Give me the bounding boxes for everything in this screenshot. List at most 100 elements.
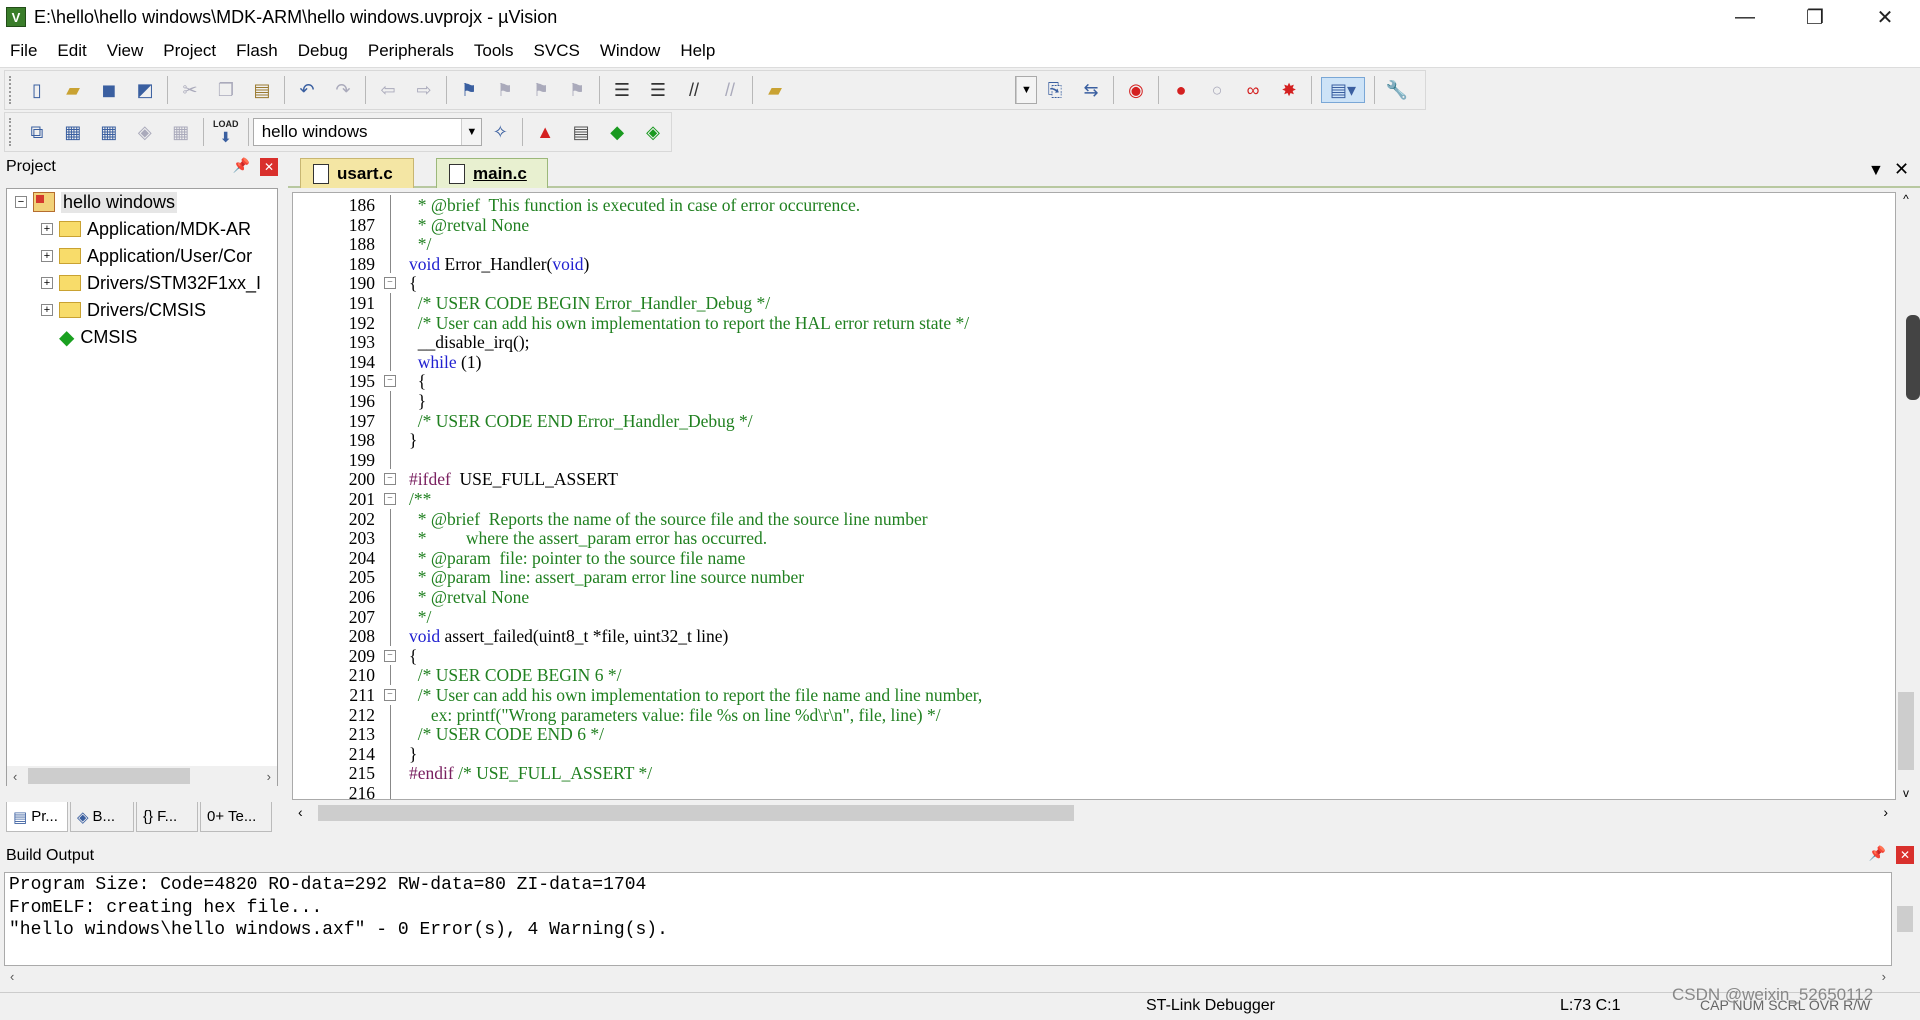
fold-toggle-icon[interactable]: − [384, 493, 396, 505]
manage-run-time-env-icon[interactable]: ◆ [604, 119, 630, 145]
chevron-down-icon[interactable]: ▼ [1016, 77, 1036, 103]
tab-project[interactable]: ▤ Pr... [6, 802, 68, 832]
configure-wrench-icon[interactable]: 🔧 [1384, 77, 1410, 103]
find-in-files-icon[interactable]: ▰ [762, 77, 788, 103]
menu-tools[interactable]: Tools [464, 41, 524, 61]
menu-flash[interactable]: Flash [226, 41, 288, 61]
maximize-button[interactable]: ❐ [1780, 0, 1850, 34]
minimize-button[interactable]: — [1710, 0, 1780, 34]
find-icon[interactable]: ⇆ [1078, 77, 1104, 103]
new-file-icon[interactable]: ▯ [24, 77, 50, 103]
collapse-icon[interactable]: − [15, 196, 27, 208]
incremental-find-icon[interactable]: ⎘ [1042, 77, 1068, 103]
batch-build-icon[interactable]: ◈ [132, 119, 158, 145]
tree-item[interactable]: + Drivers/CMSIS [41, 297, 206, 323]
save-all-icon[interactable]: ◩ [132, 77, 158, 103]
bookmark-toggle-icon[interactable]: ⚑ [456, 77, 482, 103]
scroll-left-icon[interactable]: ‹ [298, 804, 303, 820]
scroll-left-icon[interactable]: ‹ [10, 969, 14, 984]
kill-all-breakpoints-icon[interactable]: ✸ [1276, 77, 1302, 103]
build-output-text[interactable]: Program Size: Code=4820 RO-data=292 RW-d… [4, 872, 1892, 966]
unindent-icon[interactable]: ☰ [645, 77, 671, 103]
manage-components-icon[interactable]: ▤ [568, 119, 594, 145]
uncomment-icon[interactable]: // [717, 77, 743, 103]
toolbar-grip[interactable] [9, 118, 13, 146]
menu-window[interactable]: Window [590, 41, 670, 61]
build-output-hscroll[interactable]: ‹ › [4, 966, 1892, 986]
menu-project[interactable]: Project [153, 41, 226, 61]
enable-breakpoint-icon[interactable]: ○ [1204, 77, 1230, 103]
editor-hscroll[interactable]: ‹ › [292, 802, 1896, 824]
build-icon[interactable]: ▦ [60, 119, 86, 145]
fold-toggle-icon[interactable]: − [384, 473, 396, 486]
open-file-icon[interactable]: ▰ [60, 77, 86, 103]
tree-item[interactable]: + Application/MDK-AR [41, 216, 251, 242]
build-output-vscroll[interactable] [1894, 872, 1916, 966]
editor-vscroll-thumb[interactable] [1898, 692, 1914, 770]
window-layout-icon[interactable]: ▤▾ [1321, 77, 1365, 103]
fold-toggle-icon[interactable]: − [384, 375, 396, 388]
tree-item[interactable]: + Application/User/Cor [41, 243, 252, 269]
scroll-left-icon[interactable]: ‹ [13, 769, 17, 784]
close-editor-icon[interactable]: ✕ [1894, 159, 1909, 180]
close-icon[interactable]: ✕ [260, 158, 278, 176]
close-icon[interactable]: ✕ [1896, 846, 1914, 864]
pin-icon[interactable]: 📌 [1869, 845, 1886, 862]
tab-list-dropdown-icon[interactable]: ▼ [1868, 162, 1884, 180]
insert-breakpoint-icon[interactable]: ● [1168, 77, 1194, 103]
tab-books[interactable]: ◈ B... [70, 802, 134, 832]
menu-file[interactable]: File [0, 41, 47, 61]
editor-hscroll-thumb[interactable] [318, 805, 1074, 821]
expand-icon[interactable]: + [41, 250, 53, 262]
bookmark-prev-icon[interactable]: ⚑ [492, 77, 518, 103]
cut-icon[interactable]: ✂ [177, 77, 203, 103]
paste-icon[interactable]: ▤ [249, 77, 275, 103]
scroll-right-icon[interactable]: › [267, 769, 271, 784]
expand-icon[interactable]: + [41, 277, 53, 289]
save-icon[interactable]: ◼ [96, 77, 122, 103]
menu-svcs[interactable]: SVCS [524, 41, 590, 61]
tab-main-c[interactable]: main.c [436, 158, 548, 188]
toolbar-grip[interactable] [9, 76, 13, 104]
navigate-forward-icon[interactable]: ⇨ [411, 77, 437, 103]
select-software-packs-icon[interactable]: ◈ [640, 119, 666, 145]
fold-toggle-icon[interactable]: − [384, 649, 396, 662]
project-hscroll-thumb[interactable] [28, 768, 190, 784]
target-select[interactable]: hello windows ▼ [252, 118, 483, 146]
undo-icon[interactable]: ↶ [294, 77, 320, 103]
translate-icon[interactable]: ⧉ [24, 119, 50, 145]
chevron-down-icon[interactable]: ▼ [461, 119, 482, 145]
target-options-icon[interactable]: ✧ [487, 119, 513, 145]
expand-icon[interactable]: + [41, 223, 53, 235]
tree-root[interactable]: − hello windows [15, 189, 178, 215]
build-output-vscroll-thumb[interactable] [1897, 906, 1913, 932]
tree-item[interactable]: ◆ CMSIS [59, 324, 137, 350]
tab-usart-c[interactable]: usart.c [300, 158, 414, 188]
copy-icon[interactable]: ❐ [213, 77, 239, 103]
comment-icon[interactable]: // [681, 77, 707, 103]
navigate-back-icon[interactable]: ⇦ [375, 77, 401, 103]
menu-debug[interactable]: Debug [288, 41, 358, 61]
fold-toggle-icon[interactable]: − [384, 689, 396, 701]
editor-vscroll[interactable]: ^ v [1896, 192, 1916, 800]
menu-edit[interactable]: Edit [47, 41, 96, 61]
expand-icon[interactable]: + [41, 304, 53, 316]
tree-item[interactable]: + Drivers/STM32F1xx_I [41, 270, 261, 296]
file-extensions-icon[interactable]: ▲ [532, 119, 558, 145]
stop-build-icon[interactable]: ▦ [168, 119, 194, 145]
bookmark-clear-icon[interactable]: ⚑ [564, 77, 590, 103]
scroll-right-icon[interactable]: › [1882, 969, 1886, 984]
scroll-down-icon[interactable]: v [1896, 786, 1916, 800]
tab-functions[interactable]: {} F... [136, 802, 198, 832]
fold-toggle-icon[interactable]: − [384, 277, 396, 290]
redo-icon[interactable]: ↷ [330, 77, 356, 103]
close-button[interactable]: ✕ [1850, 0, 1920, 34]
code-editor[interactable]: 186 * @brief This function is executed i… [292, 192, 1896, 800]
menu-peripherals[interactable]: Peripherals [358, 41, 464, 61]
scroll-right-icon[interactable]: › [1883, 804, 1888, 820]
tab-templates[interactable]: 0+ Te... [200, 802, 272, 832]
find-combo[interactable]: ▼ [1015, 76, 1037, 104]
disable-all-breakpoints-icon[interactable]: ∞ [1240, 77, 1266, 103]
debug-session-icon[interactable]: ◉ [1123, 77, 1149, 103]
pin-icon[interactable]: 📌 [233, 157, 250, 174]
